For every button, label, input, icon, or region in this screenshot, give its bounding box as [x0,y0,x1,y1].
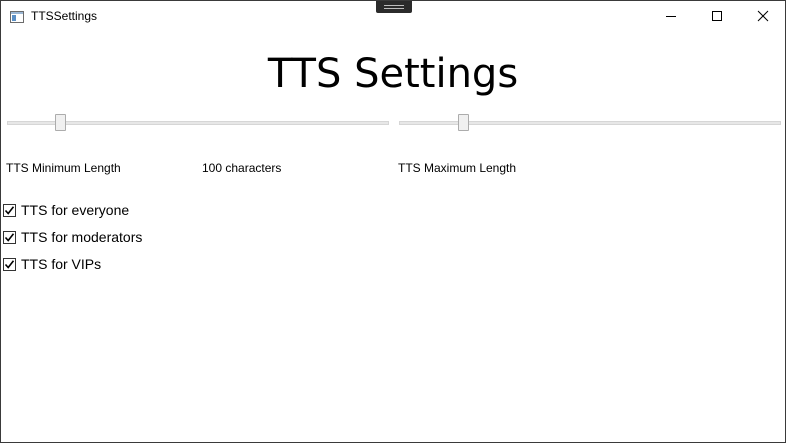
max-length-slider[interactable] [399,113,781,133]
maximize-button[interactable] [694,1,740,31]
max-length-label: TTS Maximum Length [398,161,517,175]
min-length-value: 100 characters [202,161,282,175]
minimize-icon [666,16,676,17]
checkbox-label: TTS for moderators [21,229,143,245]
app-window-icon [10,10,24,23]
close-button[interactable] [740,1,786,31]
checkbox-everyone[interactable]: TTS for everyone [3,200,129,220]
checkbox-box[interactable] [3,203,16,217]
checkbox-box[interactable] [3,230,16,244]
min-length-label: TTS Minimum Length [6,161,121,175]
page-title: TTS Settings [267,51,519,97]
close-icon [757,10,769,22]
drag-handle[interactable] [376,1,412,13]
minimize-button[interactable] [648,1,694,31]
window-title: TTSSettings [31,9,98,23]
checkmark-icon [4,205,15,215]
checkbox-moderators[interactable]: TTS for moderators [3,227,142,247]
app-window: TTSSettings TTS Settings TTS Minimum Len… [0,0,786,443]
slider-track[interactable] [399,121,781,125]
checkbox-box[interactable] [3,257,16,271]
title-bar[interactable]: TTSSettings [1,1,785,31]
min-length-slider[interactable] [7,113,389,133]
checkmark-icon [4,259,15,269]
slider-thumb[interactable] [55,114,66,131]
checkbox-label: TTS for VIPs [21,256,102,272]
checkbox-label: TTS for everyone [21,202,130,218]
maximize-icon [712,11,722,21]
checkmark-icon [4,232,15,242]
slider-thumb[interactable] [458,114,469,131]
checkbox-vips[interactable]: TTS for VIPs [3,254,101,274]
